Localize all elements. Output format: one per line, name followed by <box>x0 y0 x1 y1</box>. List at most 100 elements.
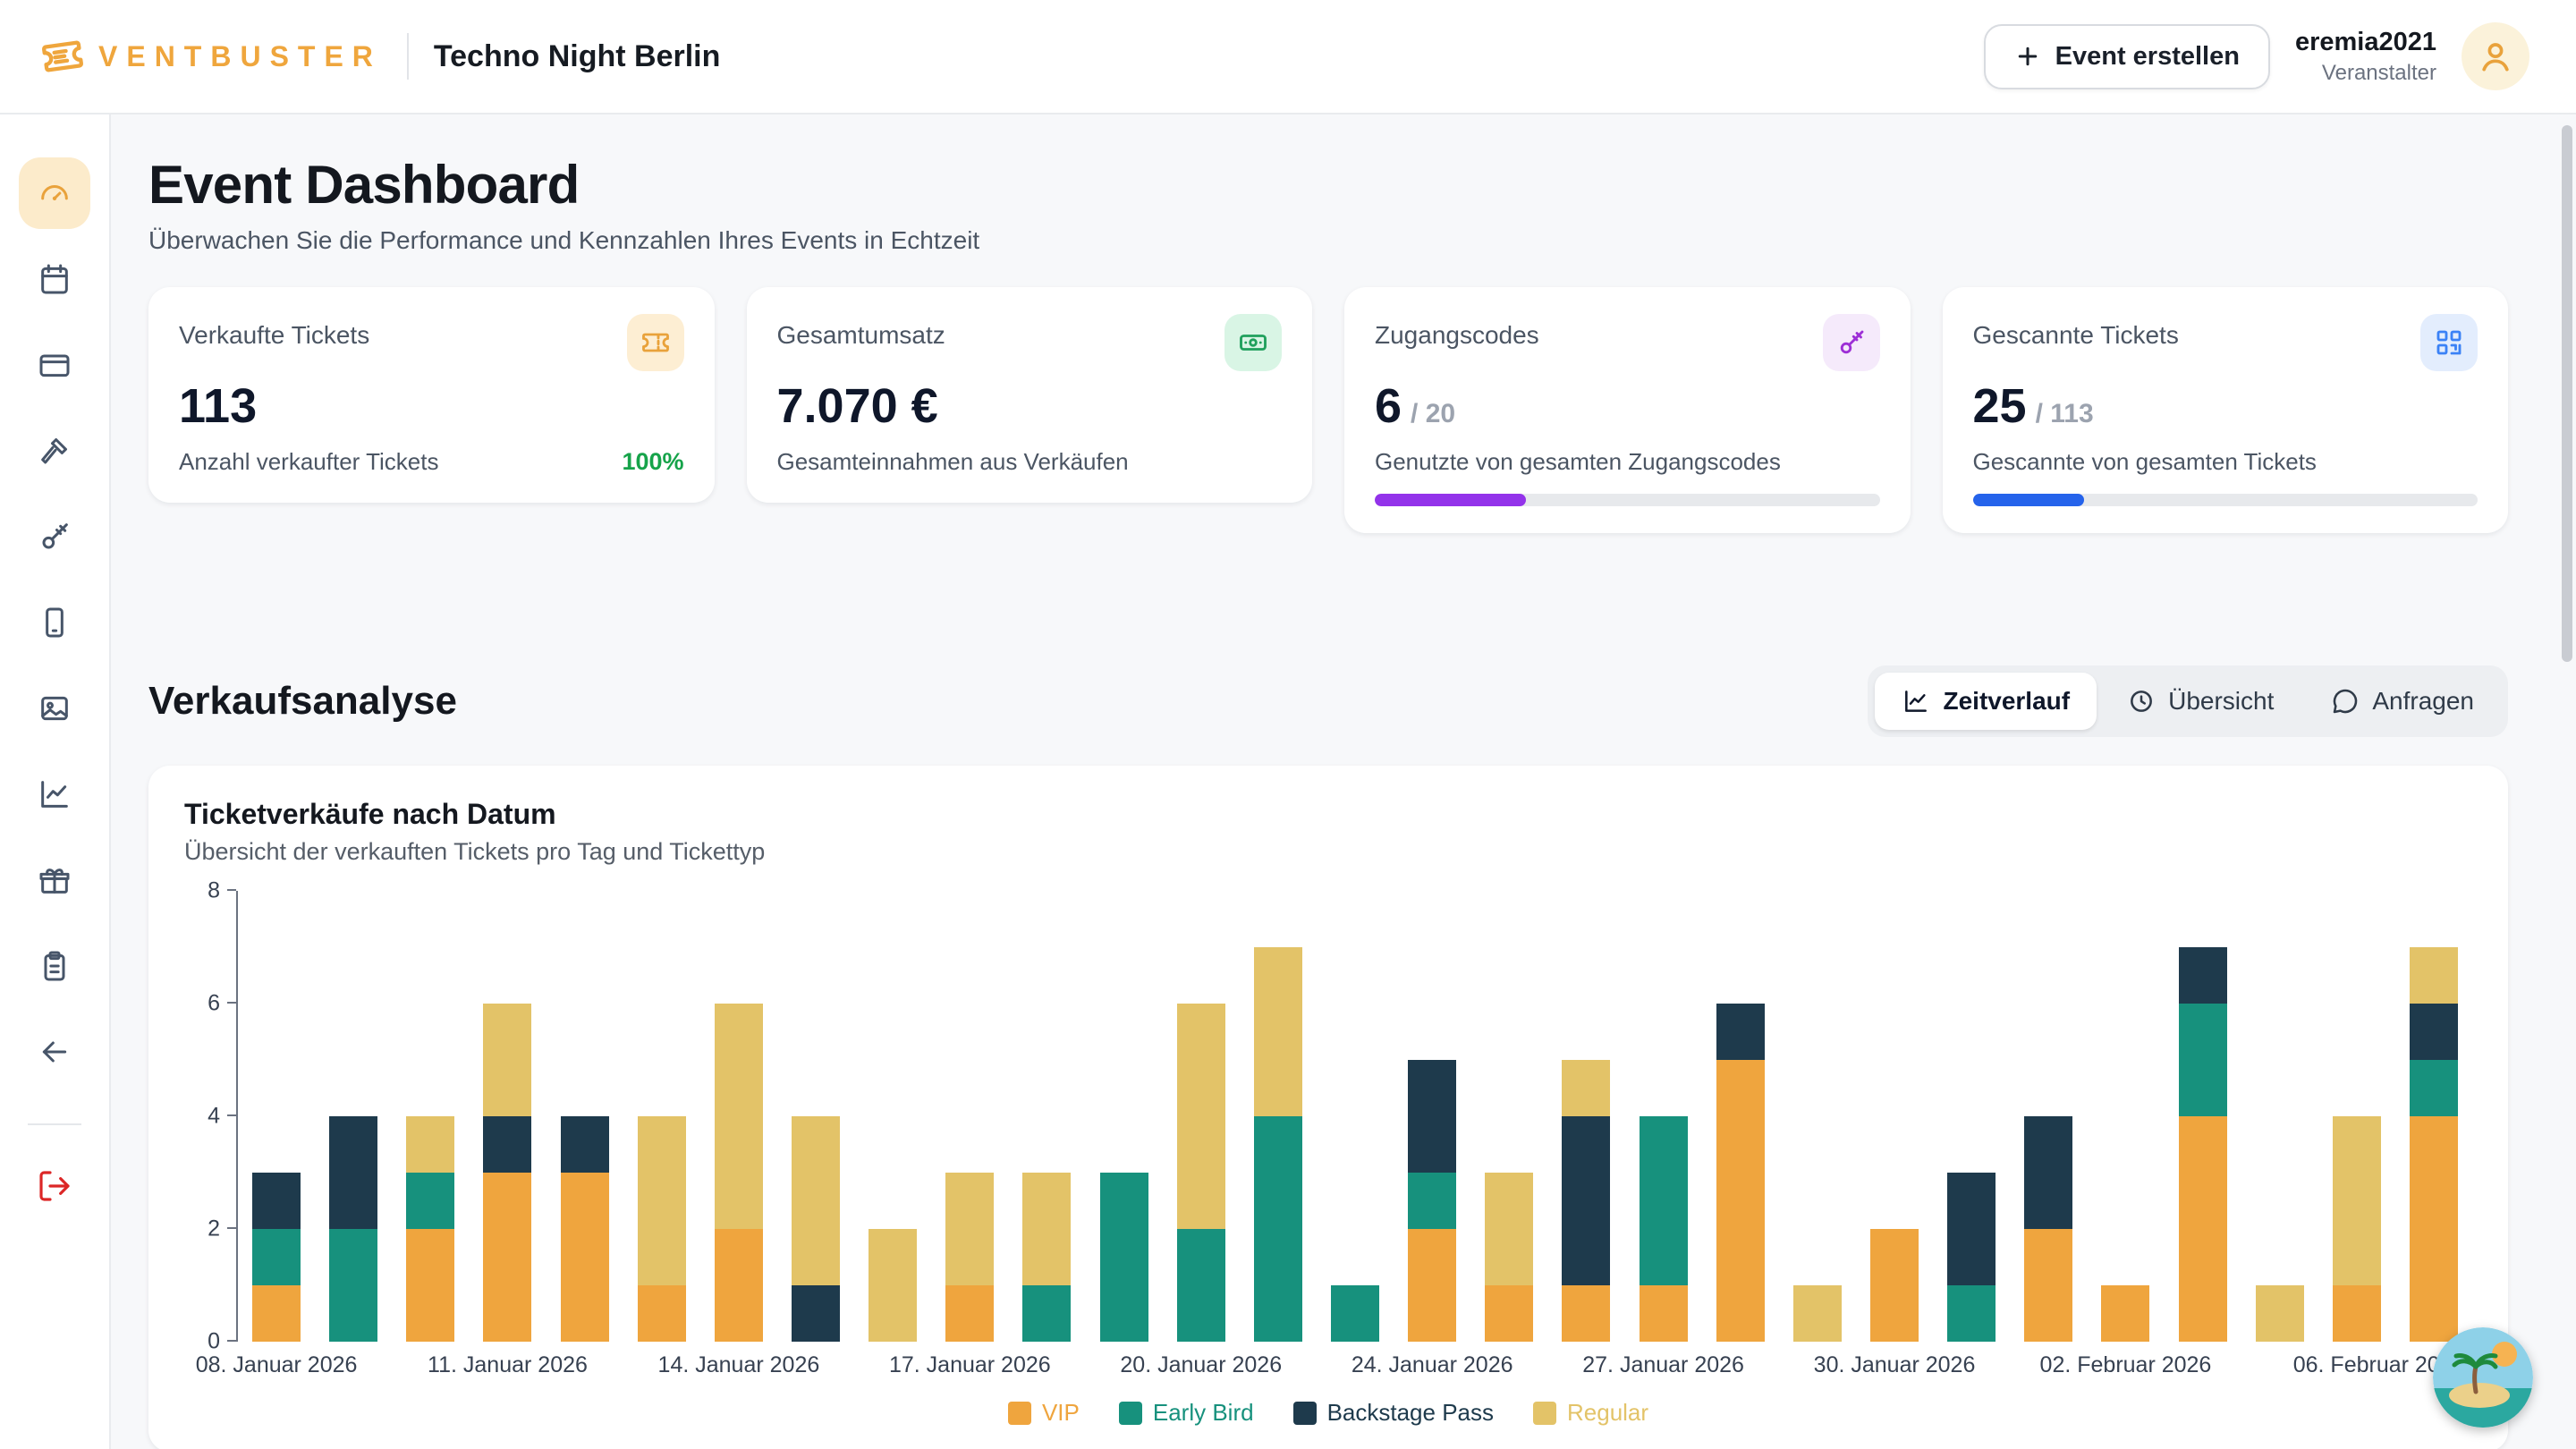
stacked-bar[interactable] <box>2256 1285 2304 1342</box>
bar-segment-vip[interactable] <box>1408 1229 1456 1342</box>
stacked-bar[interactable] <box>1716 1004 1765 1342</box>
bar-segment-regular[interactable] <box>715 1004 763 1229</box>
bar-segment-vip[interactable] <box>2333 1285 2381 1342</box>
stacked-bar[interactable] <box>715 1004 763 1342</box>
bar-segment-backstage-pass[interactable] <box>2410 1004 2458 1060</box>
bar-segment-vip[interactable] <box>945 1285 994 1342</box>
bar-segment-backstage-pass[interactable] <box>561 1116 609 1173</box>
bar-segment-backstage-pass[interactable] <box>1408 1060 1456 1173</box>
chart-line-icon[interactable] <box>19 758 90 830</box>
bar-segment-vip[interactable] <box>406 1229 454 1342</box>
credit-card-icon[interactable] <box>19 329 90 401</box>
bar-segment-vip[interactable] <box>2410 1116 2458 1342</box>
bar-segment-backstage-pass[interactable] <box>1716 1004 1765 1060</box>
bar-segment-vip[interactable] <box>2024 1229 2072 1342</box>
bar-segment-early-bird[interactable] <box>2410 1060 2458 1116</box>
stacked-bar[interactable] <box>2179 947 2227 1342</box>
bar-segment-early-bird[interactable] <box>1254 1116 1302 1342</box>
stacked-bar[interactable] <box>1177 1004 1225 1342</box>
logout-icon[interactable] <box>19 1150 90 1222</box>
bar-segment-early-bird[interactable] <box>1408 1173 1456 1229</box>
bar-segment-early-bird[interactable] <box>1100 1173 1148 1342</box>
stacked-bar[interactable] <box>1793 1285 1842 1342</box>
bar-segment-vip[interactable] <box>1716 1060 1765 1342</box>
scrollbar-thumb[interactable] <box>2562 125 2572 662</box>
bar-segment-vip[interactable] <box>1870 1229 1919 1342</box>
bar-segment-early-bird[interactable] <box>406 1173 454 1229</box>
stacked-bar[interactable] <box>1947 1173 1996 1342</box>
stacked-bar[interactable] <box>329 1116 377 1342</box>
stacked-bar[interactable] <box>1640 1116 1688 1342</box>
hammer-icon[interactable] <box>19 415 90 487</box>
image-icon[interactable] <box>19 673 90 744</box>
bar-segment-vip[interactable] <box>483 1173 531 1342</box>
bar-segment-regular[interactable] <box>406 1116 454 1173</box>
avatar[interactable] <box>2462 22 2529 90</box>
calendar-icon[interactable] <box>19 243 90 315</box>
bar-segment-vip[interactable] <box>1485 1285 1533 1342</box>
stacked-bar[interactable] <box>406 1116 454 1342</box>
bar-segment-vip[interactable] <box>1562 1285 1610 1342</box>
bar-segment-vip[interactable] <box>715 1229 763 1342</box>
gift-icon[interactable] <box>19 844 90 916</box>
stacked-bar[interactable] <box>2024 1116 2072 1342</box>
bar-segment-backstage-pass[interactable] <box>792 1285 840 1342</box>
bar-segment-early-bird[interactable] <box>329 1229 377 1342</box>
bar-segment-backstage-pass[interactable] <box>483 1116 531 1173</box>
bar-segment-regular[interactable] <box>483 1004 531 1116</box>
smartphone-icon[interactable] <box>19 587 90 658</box>
bar-segment-regular[interactable] <box>2333 1116 2381 1285</box>
stacked-bar[interactable] <box>483 1004 531 1342</box>
bar-segment-vip[interactable] <box>2179 1116 2227 1342</box>
bar-segment-backstage-pass[interactable] <box>1947 1173 1996 1285</box>
bar-segment-early-bird[interactable] <box>1640 1116 1688 1285</box>
bar-segment-regular[interactable] <box>1485 1173 1533 1285</box>
tab-uebersicht[interactable]: Übersicht <box>2100 673 2301 730</box>
stacked-bar[interactable] <box>1022 1173 1071 1342</box>
bar-segment-regular[interactable] <box>1022 1173 1071 1285</box>
bar-segment-regular[interactable] <box>2410 947 2458 1004</box>
arrow-left-icon[interactable] <box>19 1016 90 1088</box>
bar-segment-early-bird[interactable] <box>1022 1285 1071 1342</box>
stacked-bar[interactable] <box>1485 1173 1533 1342</box>
stacked-bar[interactable] <box>638 1116 686 1342</box>
eventbuster-logo[interactable]: VENTBUSTER <box>39 33 382 80</box>
bar-segment-regular[interactable] <box>2256 1285 2304 1342</box>
stacked-bar[interactable] <box>2333 1116 2381 1342</box>
stacked-bar[interactable] <box>252 1173 301 1342</box>
stacked-bar[interactable] <box>1408 1060 1456 1342</box>
bar-segment-vip[interactable] <box>252 1285 301 1342</box>
tab-zeitverlauf[interactable]: Zeitverlauf <box>1875 673 2097 730</box>
tab-anfragen[interactable]: Anfragen <box>2304 673 2501 730</box>
stacked-bar[interactable] <box>1331 1285 1379 1342</box>
bar-segment-vip[interactable] <box>2101 1285 2149 1342</box>
stacked-bar[interactable] <box>1100 1173 1148 1342</box>
key-icon[interactable] <box>19 501 90 572</box>
bar-segment-backstage-pass[interactable] <box>252 1173 301 1229</box>
stacked-bar[interactable] <box>945 1173 994 1342</box>
stacked-bar[interactable] <box>1562 1060 1610 1342</box>
bar-segment-regular[interactable] <box>1562 1060 1610 1116</box>
bar-segment-regular[interactable] <box>869 1229 917 1342</box>
stacked-bar[interactable] <box>1254 947 1302 1342</box>
stacked-bar[interactable] <box>2101 1285 2149 1342</box>
bar-segment-early-bird[interactable] <box>1177 1229 1225 1342</box>
bar-segment-early-bird[interactable] <box>2179 1004 2227 1116</box>
bar-segment-regular[interactable] <box>945 1173 994 1285</box>
bar-segment-backstage-pass[interactable] <box>329 1116 377 1229</box>
island-sticker[interactable] <box>2433 1327 2533 1428</box>
bar-segment-regular[interactable] <box>1177 1004 1225 1229</box>
bar-segment-vip[interactable] <box>561 1173 609 1342</box>
bar-segment-regular[interactable] <box>638 1116 686 1285</box>
gauge-icon[interactable] <box>19 157 90 229</box>
bar-segment-backstage-pass[interactable] <box>1562 1116 1610 1285</box>
bar-segment-early-bird[interactable] <box>252 1229 301 1285</box>
stacked-bar[interactable] <box>561 1116 609 1342</box>
bar-segment-regular[interactable] <box>1793 1285 1842 1342</box>
stacked-bar[interactable] <box>869 1229 917 1342</box>
stacked-bar[interactable] <box>1870 1229 1919 1342</box>
bar-segment-vip[interactable] <box>638 1285 686 1342</box>
clipboard-icon[interactable] <box>19 930 90 1002</box>
bar-segment-backstage-pass[interactable] <box>2024 1116 2072 1229</box>
bar-segment-vip[interactable] <box>1640 1285 1688 1342</box>
